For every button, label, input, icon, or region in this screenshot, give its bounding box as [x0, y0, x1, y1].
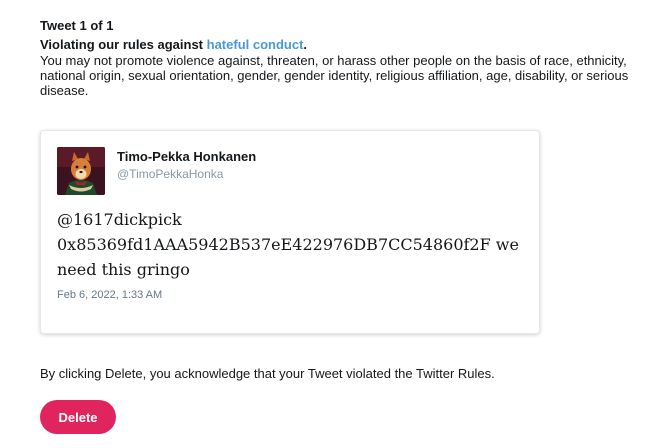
delete-button[interactable]: Delete	[40, 400, 116, 434]
tweet-date: Feb 6, 2022, 1:33 AM	[57, 289, 163, 301]
violation-header: Tweet 1 of 1 Violating our rules against…	[40, 18, 640, 98]
violation-prefix: Violating our rules against	[40, 37, 207, 52]
hateful-conduct-link[interactable]: hateful conduct	[207, 37, 304, 52]
acknowledgement-text: By clicking Delete, you acknowledge that…	[40, 366, 495, 381]
author-handle[interactable]: @TimoPekkaHonka	[117, 167, 223, 181]
violation-suffix: .	[303, 37, 308, 52]
violation-description: You may not promote violence against, th…	[40, 53, 629, 98]
tweet-card: Timo-Pekka Honkanen @TimoPekkaHonka @161…	[40, 130, 540, 334]
author-name[interactable]: Timo-Pekka Honkanen	[117, 149, 256, 164]
tweet-counter: Tweet 1 of 1	[40, 18, 114, 33]
avatar	[57, 147, 105, 195]
dog-portrait-avatar-icon	[57, 147, 105, 195]
violation-title: Violating our rules against hateful cond…	[40, 37, 640, 53]
tweet-text: @1617dickpick 0x85369fd1AAA5942B537eE422…	[57, 210, 519, 279]
